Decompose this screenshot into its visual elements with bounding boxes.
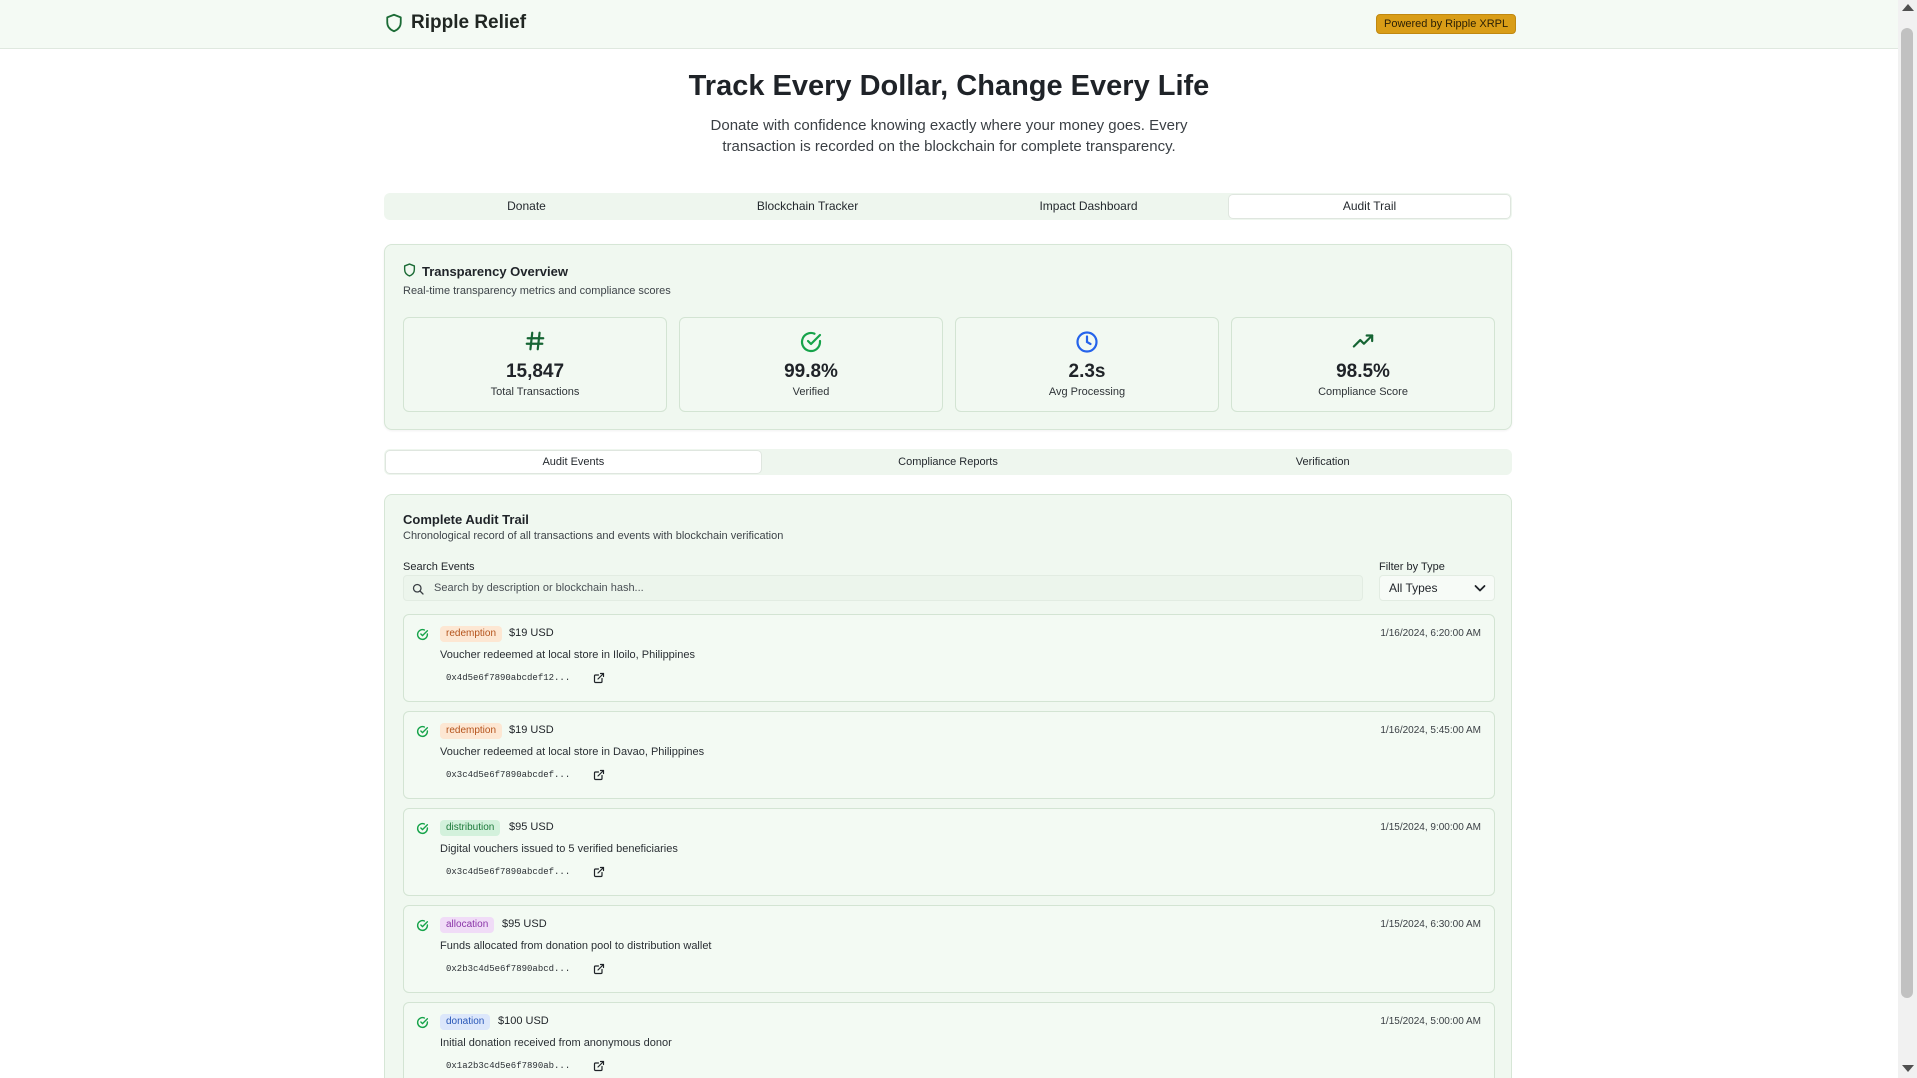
- event-description: Funds allocated from donation pool to di…: [440, 940, 712, 952]
- hero-subtitle: Donate with confidence knowing exactly w…: [710, 117, 1188, 155]
- audit-event[interactable]: distribution $95 USD 1/15/2024, 9:00:00 …: [403, 808, 1495, 896]
- brand-name: Ripple Relief: [411, 12, 527, 33]
- tab-audit-trail[interactable]: Audit Trail: [1229, 195, 1510, 218]
- event-type-badge: allocation: [440, 917, 495, 933]
- scroll-down-arrow-icon[interactable]: [1902, 1065, 1914, 1072]
- blockchain-hash: 0x2b3c4d5e6f7890abcd...: [446, 964, 571, 974]
- overview-title-text: Transparency Overview: [422, 264, 568, 279]
- tab-audit-events[interactable]: Audit Events: [386, 451, 761, 473]
- stat-label: Total Transactions: [490, 386, 580, 398]
- blockchain-hash: 0x3c4d5e6f7890abcdef...: [446, 770, 571, 780]
- external-link-icon[interactable]: [593, 671, 605, 689]
- overview-title: Transparency Overview: [403, 263, 568, 280]
- audit-sub-tabs: Audit Events Compliance Reports Verifica…: [384, 449, 1512, 475]
- check-circle-icon: [680, 330, 942, 354]
- check-circle-icon: [416, 1016, 429, 1034]
- hash-icon: [404, 330, 666, 354]
- search-label: Search Events: [403, 561, 475, 573]
- audit-title: Complete Audit Trail: [403, 512, 529, 527]
- event-type-badge: redemption: [440, 626, 503, 642]
- event-amount: $95 USD: [509, 821, 554, 833]
- audit-trail-card: Complete Audit Trail Chronological recor…: [384, 494, 1512, 1078]
- scrollbar-thumb[interactable]: [1901, 28, 1913, 998]
- filter-type-select[interactable]: All Types: [1379, 575, 1495, 601]
- hero-title: Track Every Dollar, Change Every Life: [688, 70, 1210, 102]
- powered-by-badge: Powered by Ripple XRPL: [1376, 14, 1517, 34]
- event-amount: $19 USD: [509, 724, 554, 736]
- event-type-badge: redemption: [440, 723, 503, 739]
- tab-blockchain-tracker[interactable]: Blockchain Tracker: [667, 195, 948, 218]
- external-link-icon[interactable]: [593, 768, 605, 786]
- blockchain-hash: 0x4d5e6f7890abcdef12...: [446, 673, 571, 683]
- audit-event[interactable]: redemption $19 USD 1/16/2024, 5:45:00 AM…: [403, 711, 1495, 799]
- event-type-badge: donation: [440, 1014, 491, 1030]
- search-input[interactable]: [434, 576, 1354, 600]
- brand[interactable]: Ripple Relief: [385, 12, 526, 34]
- stat-label: Compliance Score: [1318, 386, 1408, 398]
- check-circle-icon: [416, 725, 429, 743]
- blockchain-hash: 0x3c4d5e6f7890abcdef...: [446, 867, 571, 877]
- event-timestamp: 1/15/2024, 5:00:00 AM: [1380, 1016, 1481, 1027]
- event-description: Initial donation received from anonymous…: [440, 1037, 672, 1049]
- event-description: Digital vouchers issued to 5 verified be…: [440, 843, 678, 855]
- stat-compliance-score: 98.5% Compliance Score: [1231, 317, 1495, 412]
- stat-value: 98.5%: [1336, 361, 1390, 382]
- transparency-overview-card: Transparency Overview Real-time transpar…: [384, 244, 1512, 430]
- filter-label: Filter by Type: [1379, 561, 1445, 573]
- shield-icon: [403, 263, 416, 280]
- event-amount: $19 USD: [509, 627, 554, 639]
- overview-subtitle: Real-time transparency metrics and compl…: [403, 285, 671, 297]
- shield-icon: [385, 13, 403, 33]
- scroll-up-arrow-icon[interactable]: [1902, 4, 1914, 11]
- stat-label: Avg Processing: [1048, 386, 1126, 398]
- tab-donate[interactable]: Donate: [386, 195, 667, 218]
- check-circle-icon: [416, 822, 429, 840]
- stat-total-transactions: 15,847 Total Transactions: [403, 317, 667, 412]
- stat-avg-processing: 2.3s Avg Processing: [955, 317, 1219, 412]
- audit-subtitle: Chronological record of all transactions…: [403, 530, 784, 542]
- event-description: Voucher redeemed at local store in Davao…: [440, 746, 705, 758]
- app-header: Ripple Relief Powered by Ripple XRPL: [0, 0, 1898, 49]
- page-scrollbar[interactable]: [1898, 0, 1917, 1078]
- stat-value: 2.3s: [1068, 361, 1106, 382]
- tab-compliance-reports[interactable]: Compliance Reports: [761, 451, 1136, 473]
- event-timestamp: 1/15/2024, 9:00:00 AM: [1380, 822, 1481, 833]
- stat-label: Verified: [792, 386, 830, 398]
- clock-icon: [956, 330, 1218, 354]
- event-timestamp: 1/16/2024, 5:45:00 AM: [1380, 725, 1481, 736]
- audit-event[interactable]: donation $100 USD 1/15/2024, 5:00:00 AM …: [403, 1002, 1495, 1078]
- check-circle-icon: [416, 919, 429, 937]
- external-link-icon[interactable]: [593, 1059, 605, 1077]
- audit-event[interactable]: redemption $19 USD 1/16/2024, 6:20:00 AM…: [403, 614, 1495, 702]
- blockchain-hash: 0x1a2b3c4d5e6f7890ab...: [446, 1061, 571, 1071]
- stat-value: 99.8%: [784, 361, 838, 382]
- event-type-badge: distribution: [440, 820, 501, 836]
- search-field: [403, 575, 1363, 601]
- event-amount: $100 USD: [498, 1015, 549, 1027]
- audit-event[interactable]: allocation $95 USD 1/15/2024, 6:30:00 AM…: [403, 905, 1495, 993]
- main-tabs: Donate Blockchain Tracker Impact Dashboa…: [384, 193, 1512, 220]
- event-description: Voucher redeemed at local store in Iloil…: [440, 649, 695, 661]
- check-circle-icon: [416, 628, 429, 646]
- stat-value: 15,847: [505, 361, 565, 382]
- event-amount: $95 USD: [502, 918, 547, 930]
- event-timestamp: 1/16/2024, 6:20:00 AM: [1380, 628, 1481, 639]
- external-link-icon[interactable]: [593, 865, 605, 883]
- filter-value: All Types: [1389, 581, 1438, 595]
- tab-impact-dashboard[interactable]: Impact Dashboard: [948, 195, 1229, 218]
- trending-up-icon: [1232, 330, 1494, 354]
- stat-verified: 99.8% Verified: [679, 317, 943, 412]
- tab-verification[interactable]: Verification: [1135, 451, 1510, 473]
- event-timestamp: 1/15/2024, 6:30:00 AM: [1380, 919, 1481, 930]
- external-link-icon[interactable]: [593, 962, 605, 980]
